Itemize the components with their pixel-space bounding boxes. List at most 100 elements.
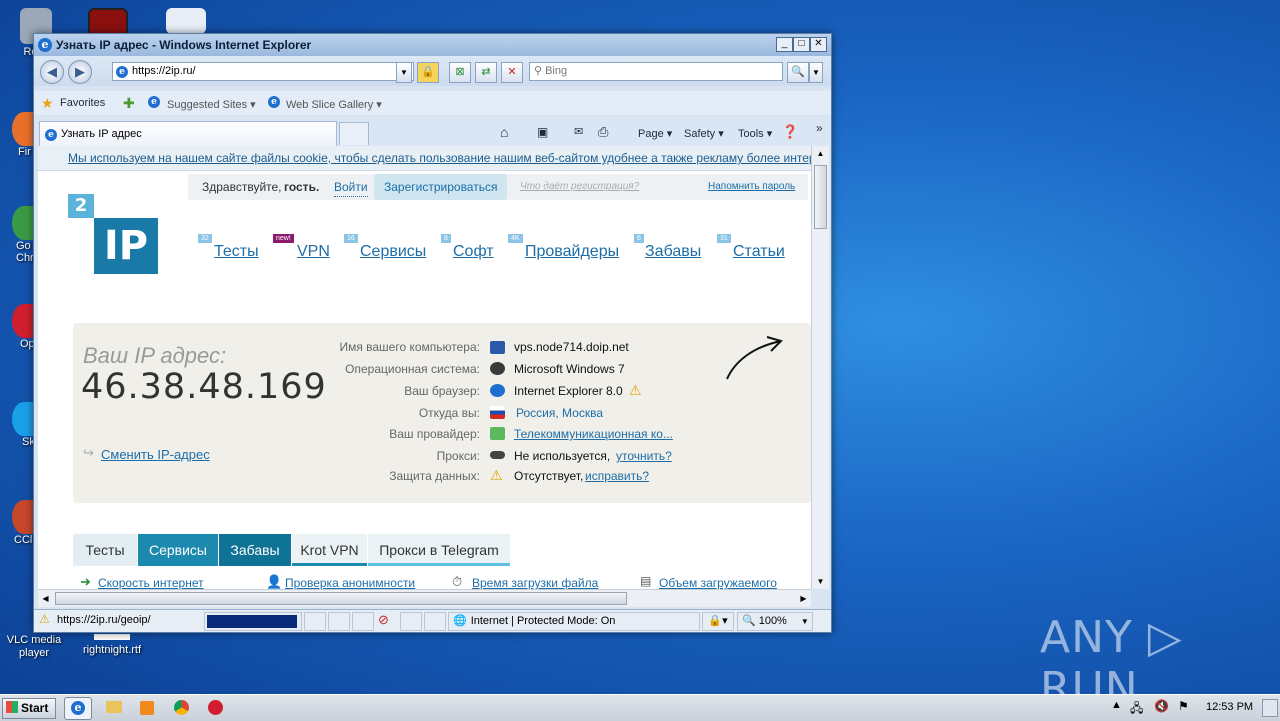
info-value-location[interactable]: Россия, Москва xyxy=(516,406,603,420)
desktop-icon-skype[interactable]: Sk xyxy=(0,402,36,448)
login-link[interactable]: Войти xyxy=(334,178,368,197)
taskbar-chrome[interactable] xyxy=(168,697,194,718)
taskbar-opera[interactable] xyxy=(202,697,228,718)
chrome-taskbar-icon xyxy=(174,700,189,715)
protection-fix-link[interactable]: исправить? xyxy=(585,469,649,483)
search-input[interactable]: ⚲ Bing xyxy=(529,62,783,81)
nav-fun[interactable]: Забавы xyxy=(645,243,701,261)
tray-volume-icon[interactable]: 🔇 xyxy=(1154,699,1169,713)
bottom-tab-fun[interactable]: Забавы xyxy=(219,534,291,566)
web-slice-gallery-link[interactable]: Web Slice Gallery ▾ xyxy=(286,98,382,111)
browser-warning-icon[interactable]: ⚠ xyxy=(629,382,642,399)
nav-vpn[interactable]: VPN xyxy=(297,243,330,261)
tray-expand-icon[interactable]: ▲ xyxy=(1111,699,1122,711)
read-mail-icon[interactable]: ✉ xyxy=(574,125,583,138)
stop-button[interactable]: ✕ xyxy=(501,62,523,83)
proxy-clarify-link[interactable]: уточнить? xyxy=(616,449,672,463)
desktop-icon-rtf[interactable]: rightnight.rtf xyxy=(72,634,152,656)
tray-flag-icon[interactable]: ⚑ xyxy=(1178,699,1189,713)
desktop-icon-word[interactable] xyxy=(164,8,208,36)
speed-icon: ➜ xyxy=(80,574,91,589)
close-button[interactable]: ✕ xyxy=(810,37,827,52)
compatibility-view-button[interactable]: ⊠ xyxy=(449,62,471,83)
ssl-lock-button[interactable]: 🔒 xyxy=(417,62,439,83)
safety-menu[interactable]: Safety ▾ xyxy=(684,127,724,140)
nav-services[interactable]: Сервисы xyxy=(360,243,426,261)
bottom-tab-tests[interactable]: Тесты xyxy=(73,534,137,566)
hscroll-thumb[interactable] xyxy=(55,592,627,605)
remind-password-link[interactable]: Напомнить пароль xyxy=(708,174,795,200)
scroll-right-arrow-icon[interactable]: ▶ xyxy=(796,590,811,607)
bottom-tab-krot-vpn[interactable]: Krot VPN xyxy=(292,534,367,566)
change-ip-link[interactable]: Сменить IP-адрес xyxy=(101,447,210,462)
desktop-icon-firefox[interactable]: Fir xyxy=(0,112,36,158)
print-icon[interactable]: ⎙ xyxy=(598,124,608,140)
show-desktop-button[interactable] xyxy=(1262,699,1278,717)
nav-tests[interactable]: Тесты xyxy=(214,243,259,261)
desktop-icon-opera[interactable]: Op xyxy=(0,304,36,350)
info-value-provider[interactable]: Телекоммуникационная ко... xyxy=(514,427,673,441)
back-button[interactable]: ◀ xyxy=(40,60,64,84)
window-titlebar[interactable]: e Узнать IP адрес - Windows Internet Exp… xyxy=(34,34,831,56)
desktop-icon-ccleaner[interactable]: CCle xyxy=(0,500,38,546)
popup-blocker-icon[interactable]: ⊘ xyxy=(378,612,389,628)
status-segment xyxy=(304,612,326,631)
chevron-more-icon[interactable]: » xyxy=(816,121,823,135)
link-page-size[interactable]: Объем загружаемого xyxy=(659,576,777,589)
ie-window[interactable]: e Узнать IP адрес - Windows Internet Exp… xyxy=(33,33,832,633)
scroll-left-arrow-icon[interactable]: ◀ xyxy=(38,590,53,607)
scroll-up-arrow-icon[interactable]: ▲ xyxy=(812,146,829,161)
zoom-button[interactable]: 🔍 100% ▼ xyxy=(737,612,813,631)
forward-button[interactable]: ▶ xyxy=(68,60,92,84)
desktop-icon-vlc[interactable]: VLC media player xyxy=(0,634,72,660)
tab-current[interactable]: e Узнать IP адрес xyxy=(39,121,337,146)
link-internet-speed[interactable]: Скорость интернет xyxy=(98,576,204,589)
maximize-button[interactable]: □ xyxy=(793,37,810,52)
horizontal-scrollbar[interactable]: ◀ ▶ xyxy=(38,589,811,607)
refresh-button[interactable]: ⇄ xyxy=(475,62,497,83)
page-menu[interactable]: Page ▾ xyxy=(638,127,672,140)
taskbar-media-player[interactable] xyxy=(134,697,160,718)
new-tab-button[interactable] xyxy=(339,122,369,145)
feeds-icon[interactable]: ▣ xyxy=(537,125,548,139)
tools-menu[interactable]: Tools ▾ xyxy=(738,127,772,140)
add-favorites-icon[interactable]: ✚ xyxy=(123,95,135,112)
nav-articles[interactable]: Статьи xyxy=(733,243,785,261)
nav-soft[interactable]: Софт xyxy=(453,243,494,261)
cookie-notice[interactable]: Мы используем на нашем сайте файлы cooki… xyxy=(38,146,811,171)
search-button[interactable]: 🔍 xyxy=(787,62,809,83)
bottom-tab-telegram-proxy[interactable]: Прокси в Telegram xyxy=(368,534,510,566)
status-zone: Internet | Protected Mode: On xyxy=(470,615,616,627)
taskbar-explorer[interactable] xyxy=(100,697,126,718)
address-input[interactable]: e https://2ip.ru/ xyxy=(112,62,414,81)
start-button[interactable]: Start xyxy=(2,698,56,719)
taskbar-ie[interactable]: e xyxy=(64,697,92,720)
register-button[interactable]: Зарегистрироваться xyxy=(374,174,508,200)
address-dropdown-button[interactable]: ▼ xyxy=(396,62,412,83)
status-segment xyxy=(400,612,422,631)
link-file-load-time[interactable]: Время загрузки файла xyxy=(472,576,598,589)
zone-segment[interactable]: 🌐 Internet | Protected Mode: On xyxy=(448,612,700,631)
why-register-link[interactable]: Что даёт регистрация? xyxy=(520,174,639,200)
scroll-thumb[interactable] xyxy=(814,165,827,229)
logo-ip[interactable]: IP xyxy=(94,218,158,274)
logo-2-badge[interactable]: 2 xyxy=(68,194,94,218)
nav-providers[interactable]: Провайдеры xyxy=(525,243,619,261)
desktop-icon-chrome[interactable]: Go Chr xyxy=(0,206,36,264)
window-title: Узнать IP адрес - Windows Internet Explo… xyxy=(56,38,312,52)
link-anonymity-check[interactable]: Проверка анонимности xyxy=(285,576,415,589)
minimize-button[interactable]: _ xyxy=(776,37,793,52)
favorites-button[interactable]: Favorites xyxy=(60,97,105,109)
suggested-sites-link[interactable]: Suggested Sites ▾ xyxy=(167,98,256,111)
help-icon[interactable]: ❓ xyxy=(782,124,798,140)
protected-mode-button[interactable]: 🔒▾ xyxy=(702,612,734,631)
page-ie-icon: e xyxy=(116,66,128,78)
stop-icon: ✕ xyxy=(507,66,517,78)
scroll-down-arrow-icon[interactable]: ▼ xyxy=(812,574,829,589)
search-options-button[interactable]: ▼ xyxy=(809,62,823,83)
tray-clock[interactable]: 12:53 PM xyxy=(1206,701,1253,713)
bottom-tab-services[interactable]: Сервисы xyxy=(138,534,218,566)
home-icon[interactable]: ⌂ xyxy=(500,124,508,140)
tray-network-icon[interactable]: 🖧 xyxy=(1130,699,1143,720)
vertical-scrollbar[interactable]: ▲ ▼ xyxy=(811,146,829,589)
